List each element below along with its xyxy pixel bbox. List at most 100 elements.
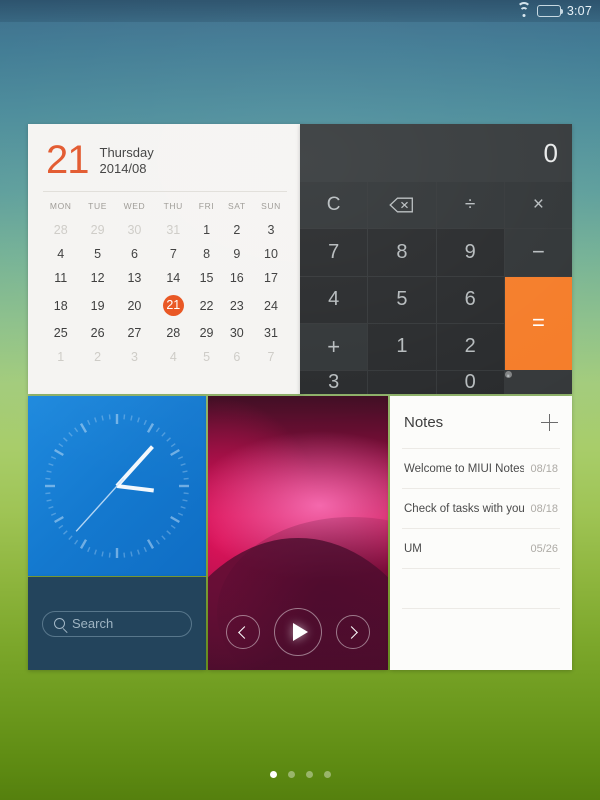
page-dot[interactable] [323,771,331,778]
page-dot[interactable] [305,771,313,778]
calendar-day-cell[interactable]: 6 [221,345,253,369]
calendar-day-cell[interactable]: 8 [192,242,220,266]
note-date: 05/26 [530,542,558,555]
notes-header: Notes [402,396,560,448]
calendar-day-cell[interactable]: 5 [192,345,220,369]
calendar-day-cell[interactable]: 13 [115,266,154,290]
calendar-day-cell[interactable]: 12 [80,266,114,290]
notes-widget[interactable]: Notes Welcome to MIUI Notes! 08/18 Check o… [390,396,572,670]
calc-key-decimal[interactable]: · [505,362,512,387]
search-widget[interactable]: Search [28,577,206,670]
calendar-day-cell[interactable]: 2 [80,345,114,369]
calendar-day-cell[interactable]: 31 [154,218,192,242]
calendar-day-cell[interactable]: 9 [221,242,253,266]
calendar-day-cell[interactable]: 30 [221,321,253,345]
calculator-widget[interactable]: 0 C ÷ × 7 8 9 − 4 5 6 + = 1 2 3 0 · [300,124,572,394]
calendar-day-cell[interactable]: 7 [154,242,192,266]
calendar-day-cell[interactable]: 28 [154,321,192,345]
calc-key-1[interactable]: 1 [368,323,436,370]
calendar-day-cell[interactable]: 1 [192,218,220,242]
calc-key-2[interactable]: 2 [436,323,504,370]
calendar-day-cell[interactable]: 30 [115,218,154,242]
calendar-day-cell[interactable]: 14 [154,266,192,290]
calendar-date-labels: Thursday 2014/08 [100,141,154,177]
calendar-week-row: 11 12 13 14 15 16 17 [41,266,289,290]
note-item[interactable]: UM 05/26 [402,528,560,568]
calendar-day-cell[interactable]: 18 [41,290,80,321]
calendar-weekday-tue: TUE [88,201,107,211]
calendar-day-cell[interactable]: 1 [41,345,80,369]
add-note-button[interactable] [541,413,558,431]
calendar-day-cell[interactable]: 10 [253,242,289,266]
calendar-day-cell[interactable]: 5 [80,242,114,266]
calendar-day-cell[interactable]: 23 [221,290,253,321]
calendar-day-cell[interactable]: 19 [80,290,114,321]
next-track-button[interactable] [336,615,370,649]
calendar-week-row: 25 26 27 28 29 30 31 [41,321,289,345]
calendar-widget[interactable]: 21 Thursday 2014/08 MON TUE WED THU FRI SAT SU… [28,124,302,394]
search-input[interactable]: Search [42,610,192,637]
calendar-day-cell[interactable]: 6 [115,242,154,266]
calc-key-5[interactable]: 5 [368,276,436,323]
calendar-day-cell[interactable]: 25 [41,321,80,345]
calc-key-multiply[interactable]: × [504,182,572,229]
clock-face [45,414,189,558]
status-icons: 3:07 [516,1,592,18]
calendar-day-cell[interactable]: 22 [192,290,220,321]
clock-widget[interactable] [28,396,206,576]
calc-key-clear[interactable]: C [300,182,368,229]
calendar-day-cell[interactable]: 16 [221,266,253,290]
note-date: 08/18 [530,502,558,515]
calendar-day-cell[interactable]: 26 [80,321,114,345]
calc-key-0[interactable]: 0 [436,371,504,394]
calc-key-8[interactable]: 8 [368,229,436,276]
calc-key-3[interactable]: 3 [300,371,368,394]
page-dot[interactable] [269,771,277,778]
play-icon [292,623,308,641]
note-item[interactable]: Check of tasks with your 08/18 [402,488,560,528]
calc-key-4[interactable]: 4 [300,276,368,323]
calendar-day-cell[interactable]: 3 [115,345,154,369]
calendar-day-cell[interactable]: 7 [253,345,289,369]
note-text: Check of tasks with your [404,502,525,515]
page-dot[interactable] [287,771,295,778]
previous-track-button[interactable] [226,615,260,649]
calc-key-7[interactable]: 7 [300,229,368,276]
calc-key-plus[interactable]: + [300,323,368,370]
calendar-week-row: 28 29 30 31 1 2 3 [41,218,289,242]
calendar-day-cell[interactable]: 3 [253,218,289,242]
calendar-week-row: 4 5 6 7 8 9 10 [41,242,289,266]
play-button[interactable] [274,608,322,656]
calendar-day-cell[interactable]: 20 [115,290,154,321]
calendar-week-row: 18 19 20 21 22 23 24 [41,290,289,321]
calendar-day-cell[interactable]: 17 [253,266,289,290]
calendar-day-cell[interactable]: 29 [192,321,220,345]
calendar-day-cell[interactable]: 4 [41,242,80,266]
note-text: UM [404,542,422,555]
calendar-weekday-fri: FRI [198,201,215,211]
calendar-day-cell[interactable]: 2 [221,218,253,242]
calc-key-minus[interactable]: − [504,229,572,276]
calendar-day-cell[interactable]: 21 [154,290,192,321]
calc-key-divide[interactable]: ÷ [436,182,504,229]
next-track-icon [345,625,358,639]
calendar-day-cell[interactable]: 28 [41,218,80,242]
notes-list: Welcome to MIUI Notes! 08/18 Check of task… [402,448,560,648]
calendar-day-cell[interactable]: 15 [192,266,220,290]
calendar-day-cell[interactable]: 4 [154,345,192,369]
calendar-day-cell[interactable]: 29 [80,218,114,242]
calc-key-backspace[interactable] [368,182,436,229]
note-item[interactable]: Welcome to MIUI Notes! 08/18 [402,448,560,488]
status-bar: 3:07 [0,0,600,22]
calendar-weekday-wed: WED [123,201,146,211]
calendar-day-cell[interactable]: 27 [115,321,154,345]
calc-key-equals[interactable]: = [504,276,572,370]
calendar-day-cell[interactable]: 24 [253,290,289,321]
calc-key-9[interactable]: 9 [436,229,504,276]
calc-key-6[interactable]: 6 [436,276,504,323]
music-player-widget[interactable] [208,396,388,670]
calendar-day-cell[interactable]: 11 [41,266,80,290]
battery-icon [536,5,563,17]
calendar-day-cell[interactable]: 31 [253,321,289,345]
note-empty-row [402,568,560,608]
